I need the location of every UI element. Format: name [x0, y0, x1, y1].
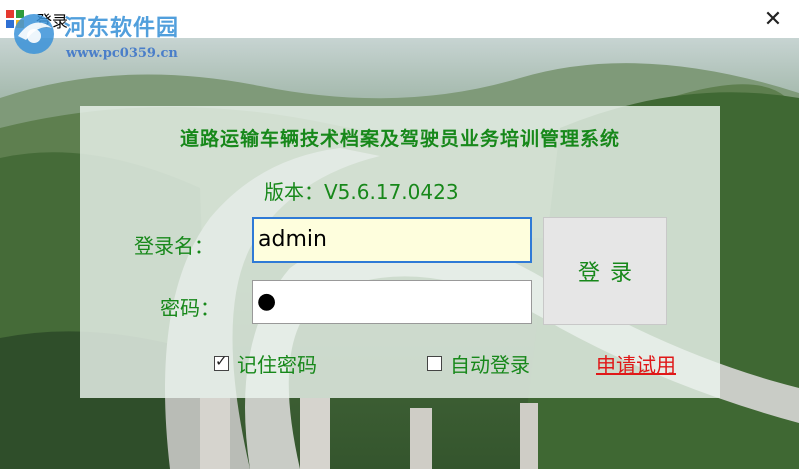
- auto-login-label: 自动登录: [450, 353, 530, 377]
- remember-password-checkbox[interactable]: ✓ 记住密码: [214, 349, 317, 378]
- watermark-url: www.pc0359.cn: [66, 46, 178, 61]
- checkbox-box[interactable]: [427, 356, 442, 371]
- close-icon[interactable]: ✕: [750, 0, 796, 38]
- login-button[interactable]: 登录: [543, 217, 667, 325]
- version-label: 版本：V5.6.17.0423: [264, 180, 459, 204]
- password-label: 密码：: [160, 296, 220, 320]
- watermark-site-name: 河东软件园: [64, 16, 180, 41]
- checkbox-box[interactable]: ✓: [214, 352, 229, 371]
- username-label: 登录名：: [134, 234, 214, 258]
- checkmark-icon: ✓: [215, 352, 228, 370]
- watermark-logo-icon: [14, 14, 54, 54]
- system-title: 道路运输车辆技术档案及驾驶员业务培训管理系统: [179, 128, 620, 150]
- apply-trial-link[interactable]: 申请试用: [596, 349, 676, 378]
- login-panel: 道路运输车辆技术档案及驾驶员业务培训管理系统 版本：V5.6.17.0423 登…: [80, 106, 720, 398]
- password-input[interactable]: ●: [252, 280, 532, 324]
- auto-login-checkbox[interactable]: 自动登录: [427, 349, 530, 378]
- username-input[interactable]: admin: [252, 217, 532, 263]
- remember-password-label: 记住密码: [237, 353, 317, 377]
